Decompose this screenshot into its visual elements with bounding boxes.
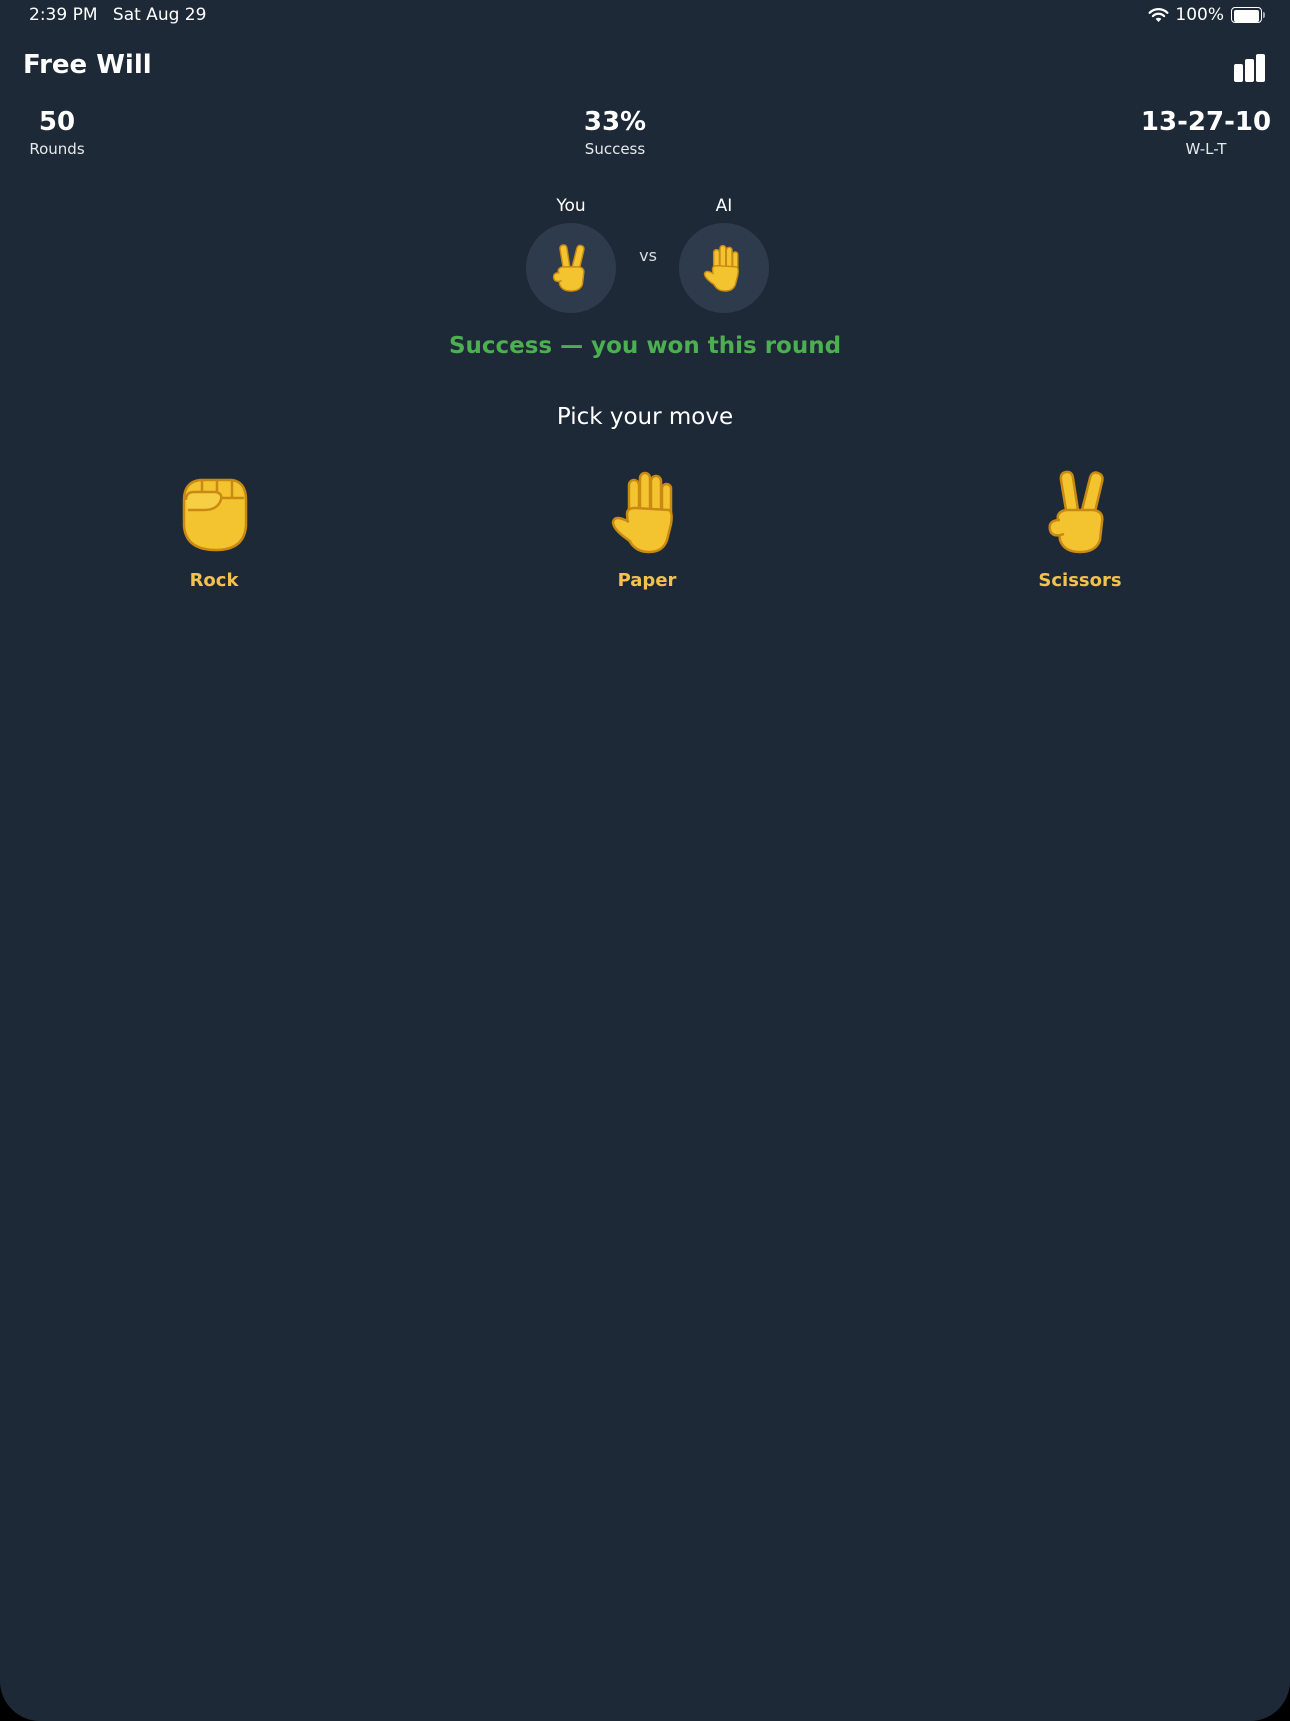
player-move-circle [526,223,616,313]
vs-label: vs [639,246,657,265]
paper-move-button[interactable]: Paper [562,470,732,600]
rounds-label: Rounds [29,140,85,158]
status-time: 2:39 PM [29,5,98,25]
stats-chart-button[interactable] [1230,52,1270,82]
app-screen: 2:39 PM Sat Aug 29 100% Free Will 50 Rou… [0,0,1290,1721]
rock-fist-icon [182,478,248,552]
wifi-icon [1148,7,1169,22]
pick-move-prompt: Pick your move [556,404,734,430]
player-you-label: You [556,196,586,216]
success-label: Success [584,140,646,158]
ai-move-circle [679,223,769,313]
status-date: Sat Aug 29 [112,5,207,25]
paper-hand-icon [611,471,673,554]
status-indicators: 100% [1148,5,1265,25]
rounds-value: 50 [38,107,76,137]
success-value: 33% [583,107,647,137]
stat-record: 13-27-10 W-L-T [1135,106,1277,160]
scissors-victory-hand-icon [552,244,585,292]
battery-icon [1231,7,1265,23]
record-value: 13-27-10 [1140,107,1272,137]
scissors-victory-hand-icon [1048,470,1104,554]
rock-move-button[interactable]: Rock [129,470,299,600]
round-result-text: Success — you won this round [448,333,842,359]
status-time-date: 2:39 PM Sat Aug 29 [29,5,206,25]
scissors-label: Scissors [1038,570,1122,591]
stat-success: 33% Success [565,106,665,160]
record-label: W-L-T [1185,140,1227,158]
paper-label: Paper [617,570,677,591]
paper-hand-icon [703,244,739,292]
stat-rounds: 50 Rounds [20,106,94,160]
player-ai-label: AI [715,196,733,216]
scissors-move-button[interactable]: Scissors [995,470,1165,600]
page-title: Free Will [23,50,152,80]
battery-percentage: 100% [1175,5,1224,25]
status-bar: 2:39 PM Sat Aug 29 100% [0,0,1290,30]
rock-label: Rock [189,570,239,591]
